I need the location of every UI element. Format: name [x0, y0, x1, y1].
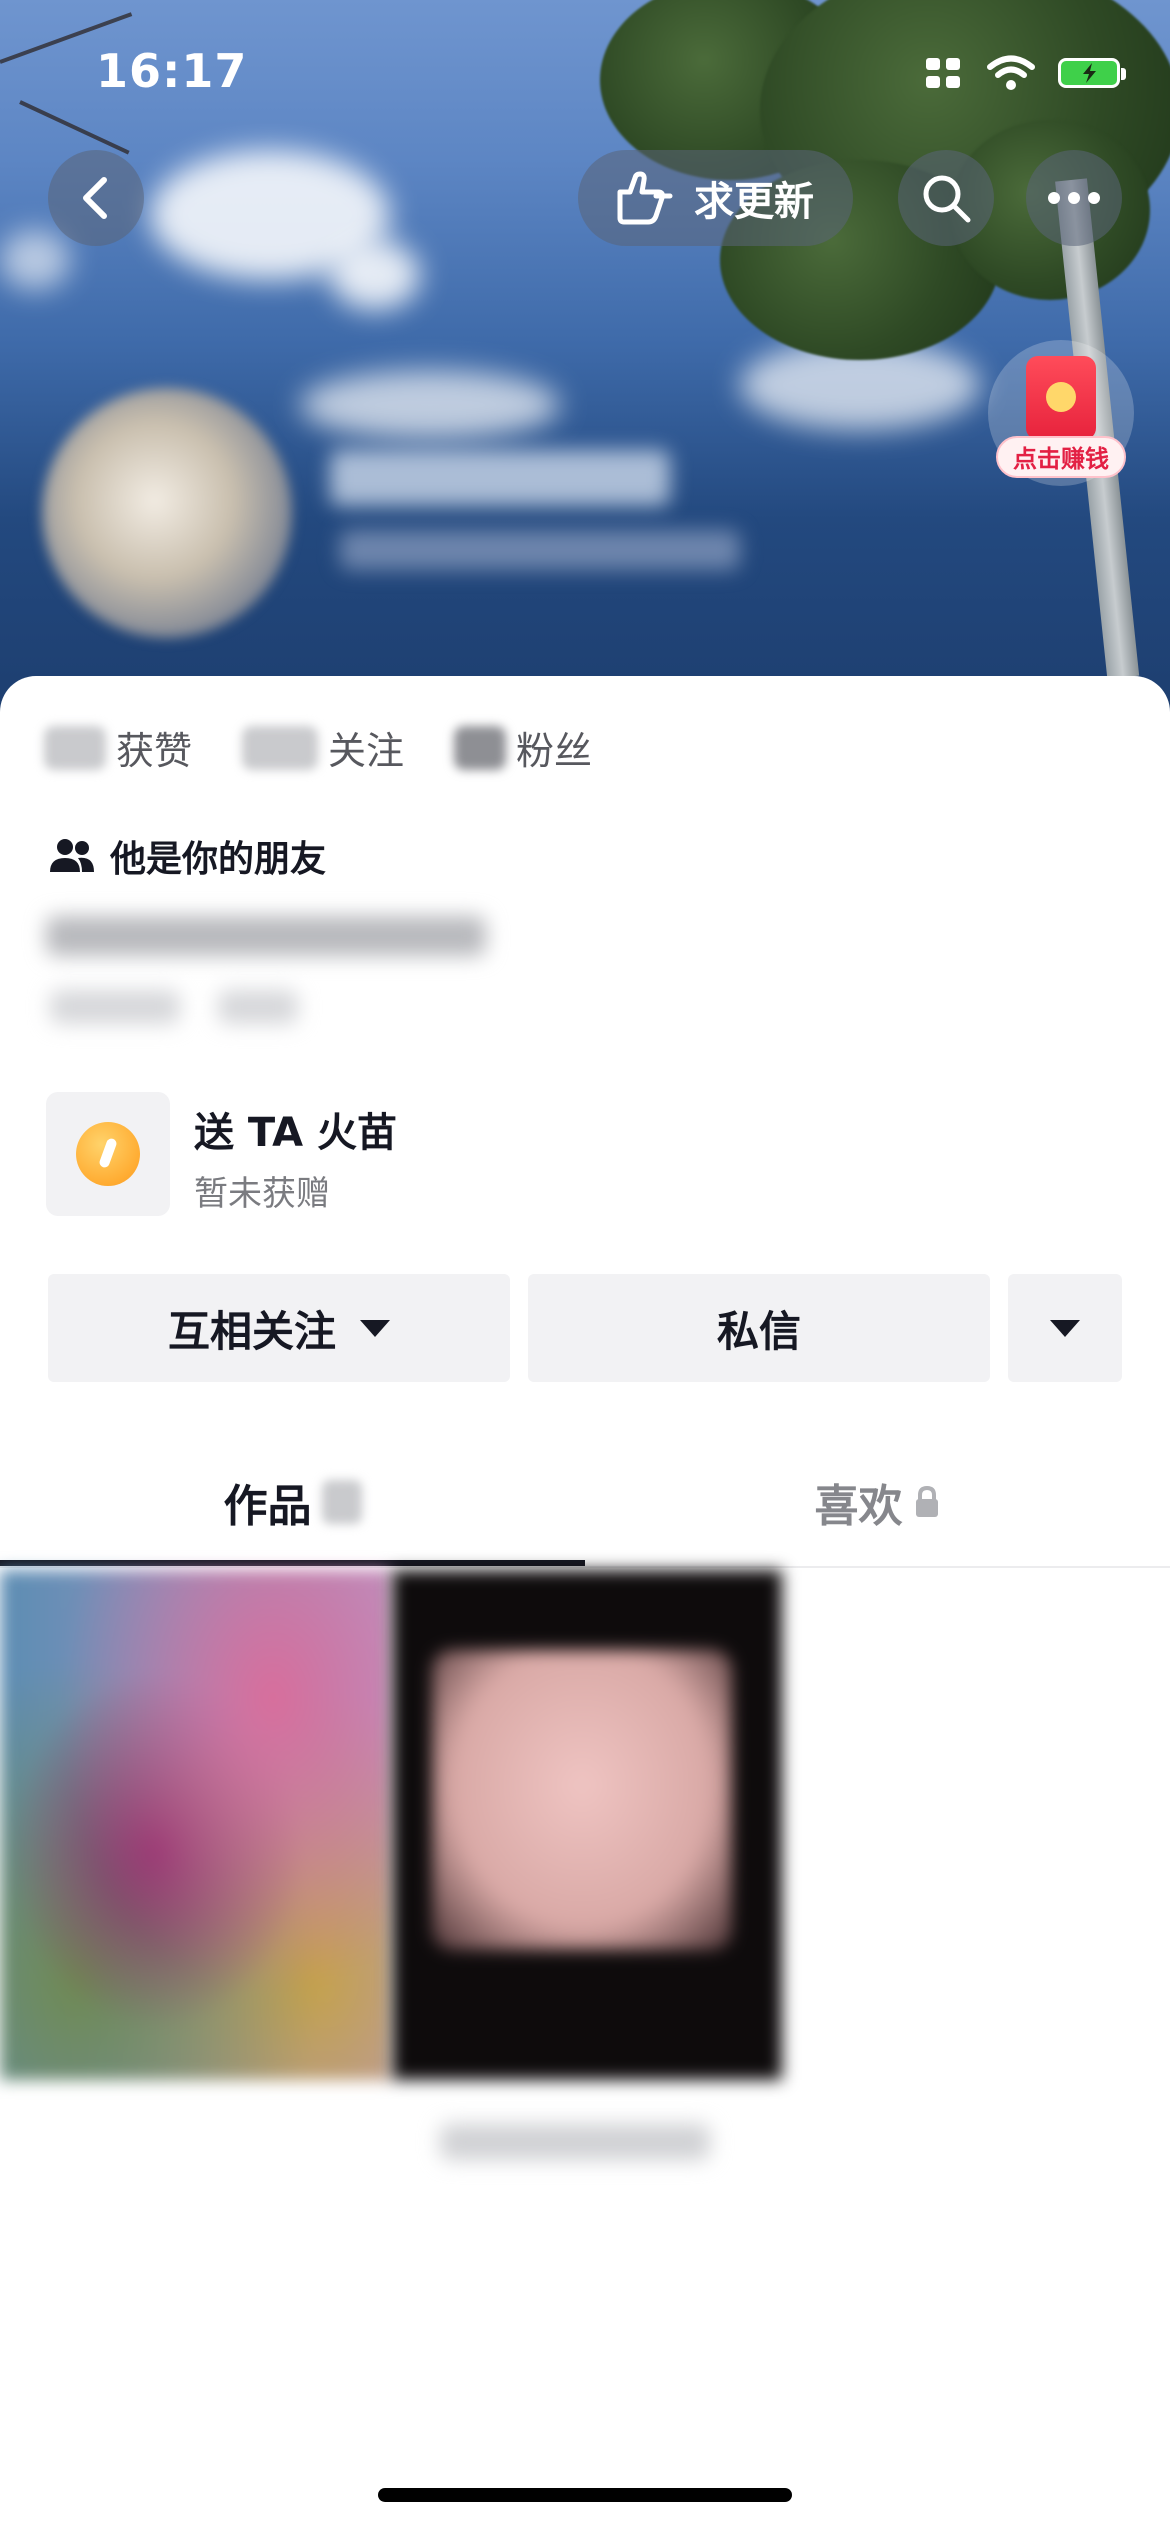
flame-shape: [98, 1137, 118, 1169]
message-button[interactable]: 私信: [528, 1274, 990, 1382]
stat-followers-label: 粉丝: [516, 729, 593, 773]
video-caption-blurred: [440, 2124, 710, 2160]
back-button[interactable]: [48, 150, 144, 246]
avatar[interactable]: [42, 388, 292, 638]
friend-badge-text: 他是你的朋友: [110, 839, 327, 880]
recommend-expand-button[interactable]: [1008, 1274, 1122, 1382]
tab-works[interactable]: 作品: [0, 1440, 585, 1564]
redpacket-icon: [1026, 356, 1096, 440]
mutual-follow-button[interactable]: 互相关注: [48, 1274, 510, 1382]
cover-cloud: [300, 370, 560, 440]
stat-likes-count-blurred: [44, 725, 106, 770]
video-thumbnail[interactable]: [0, 1570, 390, 2080]
earn-money-redpacket[interactable]: 点击赚钱: [988, 340, 1134, 486]
stat-following-count-blurred: [242, 725, 319, 770]
tab-likes[interactable]: 喜欢: [585, 1440, 1170, 1564]
back-icon: [83, 177, 107, 219]
bio-tag-blurred: [50, 990, 180, 1024]
cover-cloud: [0, 230, 70, 290]
status-bar: 16:17: [0, 0, 1170, 140]
stat-following[interactable]: 关注: [242, 720, 404, 775]
hand-point-icon: [617, 171, 673, 225]
cover-cloud: [330, 240, 420, 310]
stat-likes-label: 获赞: [116, 729, 193, 773]
chevron-down-icon: [1050, 1319, 1080, 1337]
redpacket-coin: [1046, 382, 1076, 412]
video-thumbnail-content: [432, 1650, 732, 1950]
profile-tabs: 作品 喜欢: [0, 1440, 1170, 1568]
bio-tag-blurred: [218, 990, 298, 1024]
chevron-down-icon: [360, 1319, 390, 1337]
redpacket-label: 点击赚钱: [996, 436, 1126, 478]
video-thumbnail[interactable]: [392, 1570, 782, 2080]
lock-icon: [915, 1485, 938, 1517]
mutual-follow-label: 互相关注: [167, 1306, 336, 1356]
works-grid: [0, 1570, 1170, 2090]
request-update-label: 求更新: [694, 179, 814, 225]
status-time: 16:17: [96, 44, 248, 98]
status-icons: [924, 54, 1126, 92]
friends-icon: [50, 839, 94, 872]
cellular-icon: [926, 58, 960, 88]
wifi-icon: [987, 55, 1035, 90]
tab-works-label: 作品: [223, 1481, 312, 1532]
message-label: 私信: [716, 1306, 801, 1356]
request-update-button[interactable]: 求更新: [578, 150, 853, 246]
stat-followers-count-blurred: [454, 725, 507, 770]
gift-subtitle: 暂未获赠: [194, 1174, 330, 1214]
more-icon: [1048, 192, 1100, 204]
bio-blurred: [46, 916, 486, 956]
tab-active-indicator: [0, 1560, 585, 1566]
battery-icon: [1058, 58, 1126, 88]
stat-followers[interactable]: 粉丝: [454, 720, 592, 775]
send-flame-gift[interactable]: [46, 1092, 170, 1216]
more-button[interactable]: [1026, 150, 1122, 246]
flame-icon: [76, 1122, 140, 1186]
tab-likes-label: 喜欢: [814, 1481, 903, 1532]
profile-stats: 获赞 关注 粉丝: [44, 720, 642, 775]
friend-badge: 他是你的朋友: [48, 830, 326, 882]
stat-following-label: 关注: [328, 729, 405, 773]
gift-title[interactable]: 送 TA 火苗: [194, 1100, 397, 1158]
tab-works-count-blurred: [321, 1480, 362, 1524]
stat-likes[interactable]: 获赞: [44, 720, 192, 775]
search-icon: [923, 175, 971, 223]
home-indicator[interactable]: [378, 2488, 792, 2502]
username-blurred: [330, 450, 670, 506]
user-id-blurred: [340, 530, 740, 570]
search-button[interactable]: [898, 150, 994, 246]
